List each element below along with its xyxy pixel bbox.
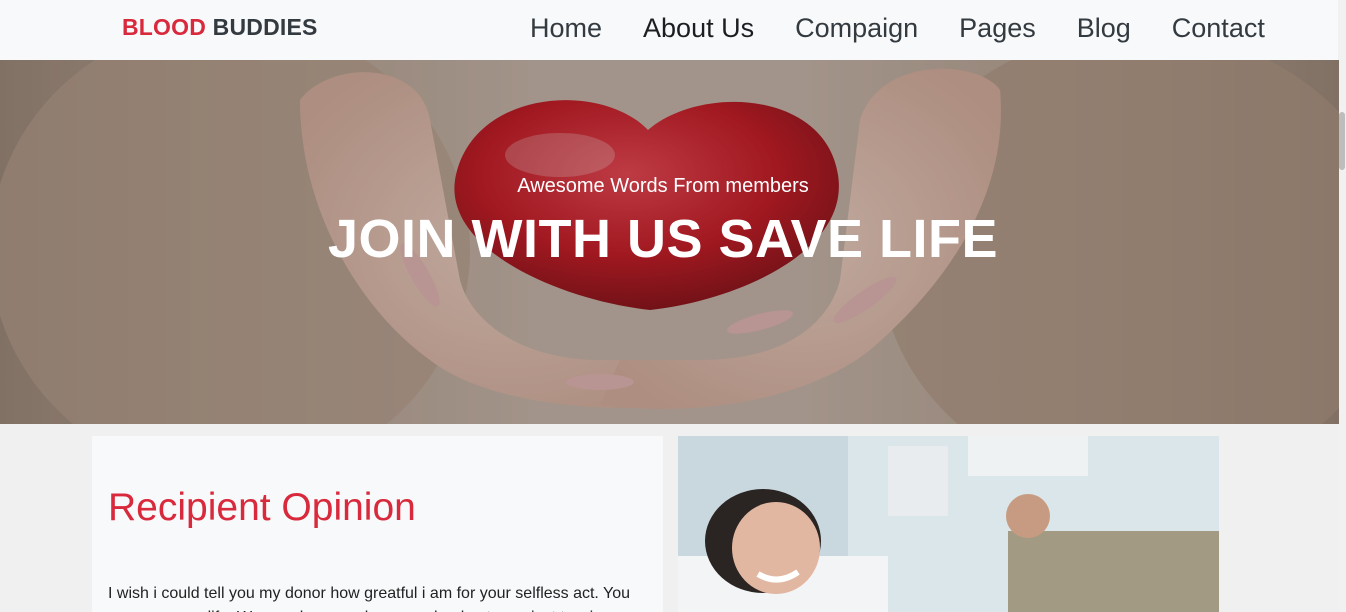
card-title: Recipient Opinion: [108, 486, 416, 529]
donation-photo: [678, 436, 1219, 612]
card-text: I wish i could tell you my donor how gre…: [108, 585, 646, 612]
navbar: BLOOD BUDDIES Home About Us Compaign Pag…: [0, 0, 1338, 60]
nav-contact[interactable]: Contact: [1172, 12, 1265, 44]
nav-pages[interactable]: Pages: [959, 12, 1036, 44]
nav-blog[interactable]: Blog: [1077, 12, 1131, 44]
hero-banner: Awesome Words From members JOIN WITH US …: [0, 60, 1339, 424]
scrollbar-thumb[interactable]: [1339, 112, 1345, 170]
nav-about-us[interactable]: About Us: [643, 12, 754, 44]
blood-donors-image: [678, 436, 1219, 612]
recipient-opinion-card: Recipient Opinion I wish i could tell yo…: [92, 436, 663, 612]
brand-part-2: BUDDIES: [212, 14, 318, 40]
brand-logo[interactable]: BLOOD BUDDIES: [122, 14, 318, 41]
nav-menu: Home About Us Compaign Pages Blog Contac…: [530, 12, 1306, 44]
hero-title: JOIN WITH US SAVE LIFE: [327, 209, 999, 269]
brand-part-1: BLOOD: [122, 14, 207, 40]
page-scrollbar[interactable]: [1338, 0, 1346, 612]
hero-subtitle: Awesome Words From members: [517, 175, 809, 197]
nav-home[interactable]: Home: [530, 12, 602, 44]
nav-compaign[interactable]: Compaign: [795, 12, 918, 44]
